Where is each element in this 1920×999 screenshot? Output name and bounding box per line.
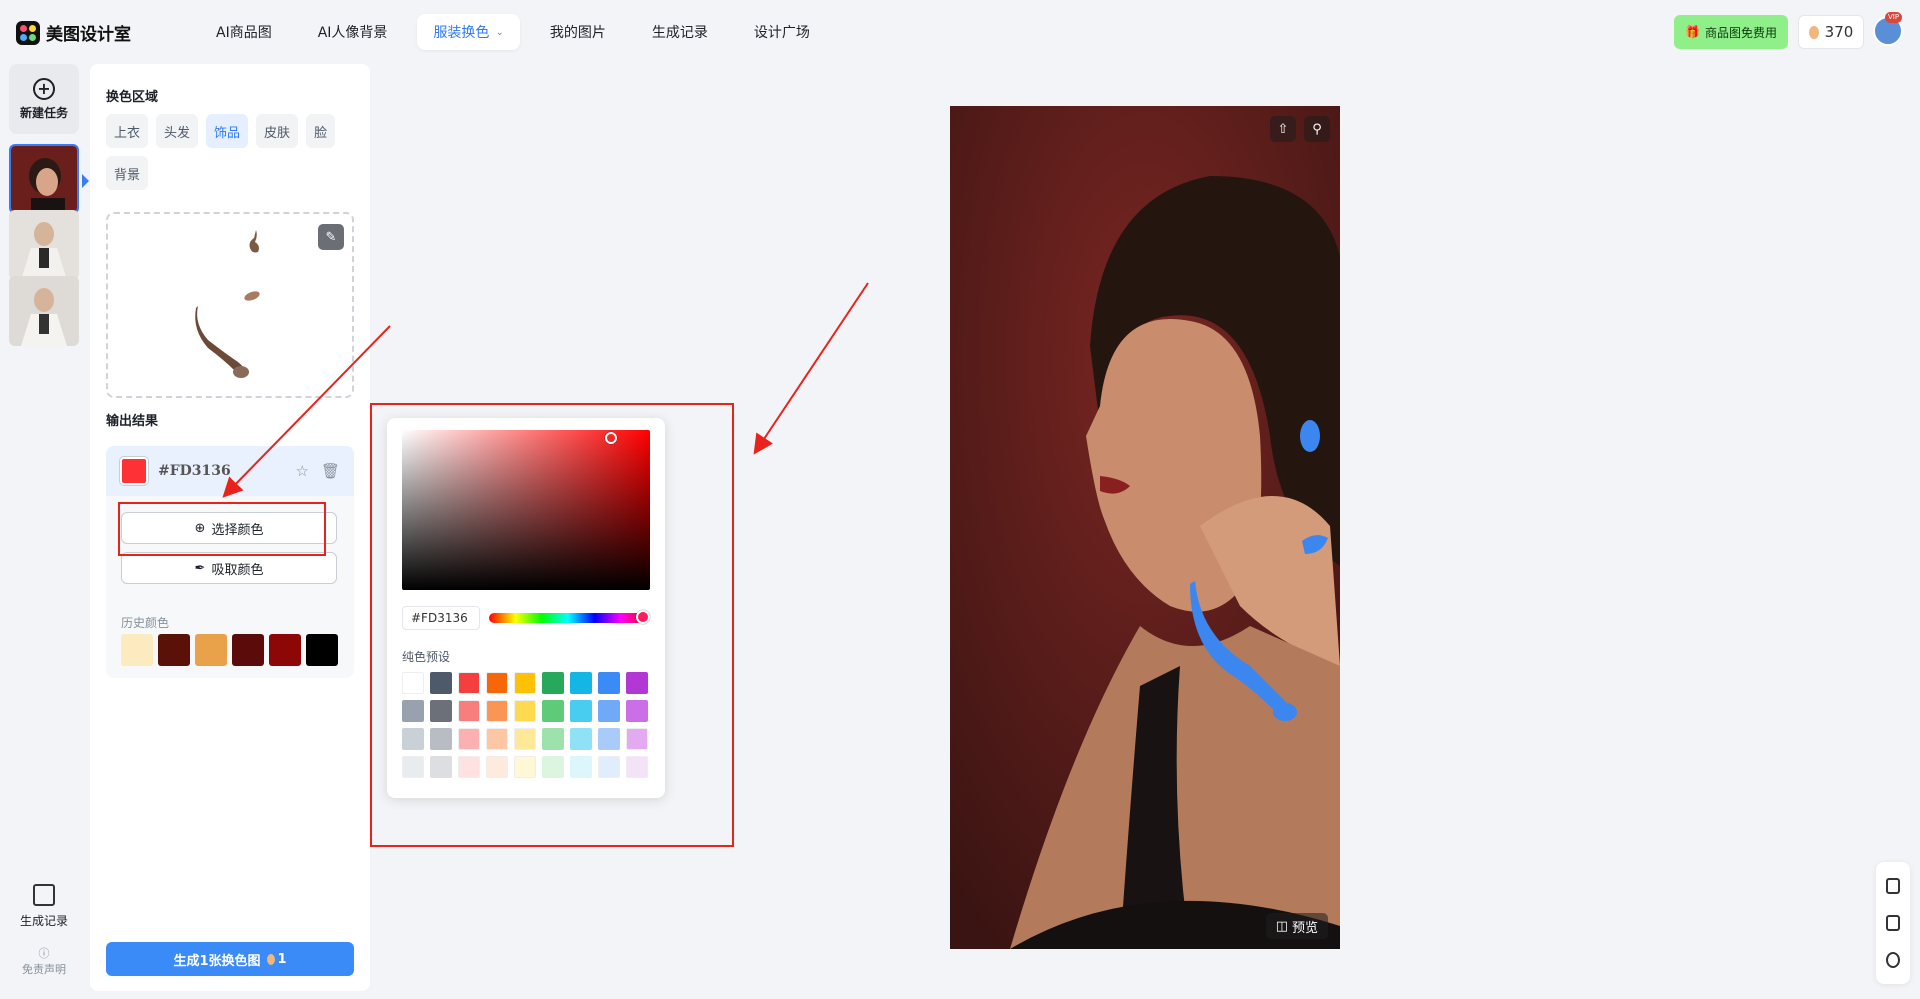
annotation-arrow [753,282,869,455]
headset-icon[interactable] [1886,951,1900,968]
floating-toolbar [1876,862,1910,984]
zoom-icon[interactable]: ⚲ [1304,116,1330,142]
annotation-arrow [222,325,391,498]
share-icon[interactable]: ⇧ [1270,116,1296,142]
result-preview: ⇧ ⚲ ◫ 预览 [950,106,1340,949]
compare-icon: ◫ [1275,918,1288,934]
portrait-image [950,106,1340,949]
guide-book-icon[interactable] [1886,914,1900,931]
compare-preview-button[interactable]: ◫ 预览 [1265,913,1328,939]
feedback-icon[interactable] [1886,878,1900,895]
